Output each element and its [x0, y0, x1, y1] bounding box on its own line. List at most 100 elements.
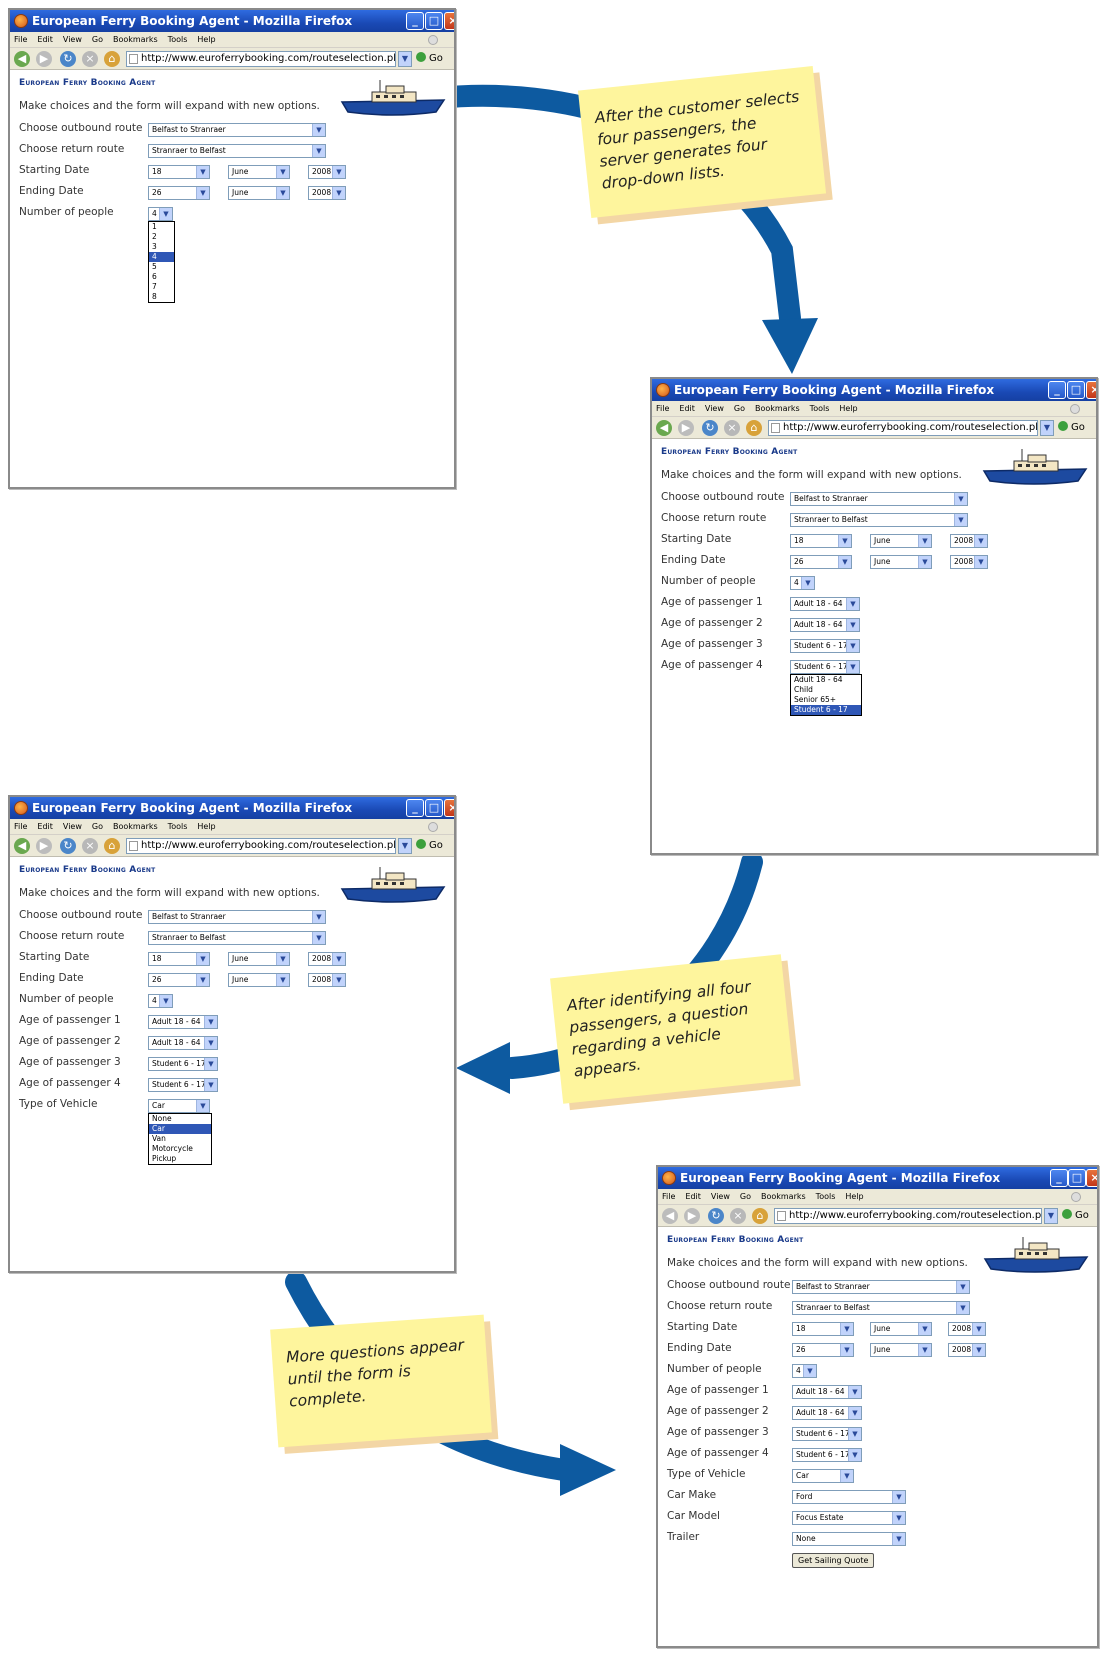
menu-tools[interactable]: Tools — [168, 35, 188, 44]
vehicle-option[interactable]: Van — [149, 1134, 211, 1144]
end-day-select[interactable]: 26 ▼ — [790, 555, 852, 569]
end-month-select[interactable]: June ▼ — [228, 973, 290, 987]
forward-icon[interactable]: ▶ — [36, 51, 52, 67]
menu-view[interactable]: View — [63, 35, 82, 44]
people-option[interactable]: 6 — [149, 272, 174, 282]
minimize-button[interactable]: _ — [406, 799, 424, 817]
menu-view[interactable]: View — [63, 822, 82, 831]
passenger-3-age-select[interactable]: Student 6 - 17 ▼ — [148, 1057, 218, 1071]
home-icon[interactable]: ⌂ — [752, 1208, 768, 1224]
menu-go[interactable]: Go — [740, 1192, 751, 1201]
people-select[interactable]: 4 ▼ — [148, 207, 173, 221]
home-icon[interactable]: ⌂ — [104, 51, 120, 67]
maximize-button[interactable]: □ — [1068, 1169, 1086, 1187]
menu-file[interactable]: File — [14, 822, 27, 831]
people-option[interactable]: 8 — [149, 292, 174, 302]
forward-icon[interactable]: ▶ — [684, 1208, 700, 1224]
go-button[interactable]: Go — [416, 838, 443, 854]
go-button[interactable]: Go — [1058, 420, 1085, 436]
end-month-select[interactable]: June ▼ — [870, 555, 932, 569]
start-month-select[interactable]: June ▼ — [228, 165, 290, 179]
age-option[interactable]: Senior 65+ — [791, 695, 861, 705]
passenger-1-age-select[interactable]: Adult 18 - 64 ▼ — [148, 1015, 218, 1029]
address-bar[interactable]: http://www.euroferrybooking.com/routesel… — [774, 1208, 1042, 1224]
menu-tools[interactable]: Tools — [816, 1192, 836, 1201]
close-button[interactable]: × — [1086, 381, 1096, 399]
reload-icon[interactable]: ↻ — [60, 838, 76, 854]
forward-icon[interactable]: ▶ — [678, 420, 694, 436]
outbound-route-select[interactable]: Belfast to Stranraer ▼ — [148, 123, 326, 137]
menu-help[interactable]: Help — [197, 822, 215, 831]
address-bar[interactable]: http://www.euroferrybooking.com/routesel… — [768, 420, 1038, 436]
close-button[interactable]: × — [444, 12, 454, 30]
address-bar[interactable]: http://www.euroferrybooking.com/routesel… — [126, 838, 396, 854]
home-icon[interactable]: ⌂ — [104, 838, 120, 854]
address-dropdown-icon[interactable]: ▼ — [1040, 420, 1054, 436]
stop-icon[interactable]: × — [82, 838, 98, 854]
close-button[interactable]: × — [444, 799, 454, 817]
outbound-route-select[interactable]: Belfast to Stranraer ▼ — [790, 492, 968, 506]
start-day-select[interactable]: 18 ▼ — [792, 1322, 854, 1336]
people-dropdown-list[interactable]: 1 2 3 4 5 6 7 8 — [148, 221, 175, 303]
back-icon[interactable]: ◀ — [14, 51, 30, 67]
stop-icon[interactable]: × — [724, 420, 740, 436]
age-option[interactable]: Adult 18 - 64 — [791, 675, 861, 685]
menu-help[interactable]: Help — [197, 35, 215, 44]
end-month-select[interactable]: June ▼ — [870, 1343, 932, 1357]
start-month-select[interactable]: June ▼ — [870, 1322, 932, 1336]
menu-go[interactable]: Go — [734, 404, 745, 413]
passenger-1-age-select[interactable]: Adult 18 - 64 ▼ — [792, 1385, 862, 1399]
people-option[interactable]: 1 — [149, 222, 174, 232]
start-day-select[interactable]: 18 ▼ — [790, 534, 852, 548]
people-option[interactable]: 2 — [149, 232, 174, 242]
menu-bookmarks[interactable]: Bookmarks — [113, 35, 158, 44]
back-icon[interactable]: ◀ — [662, 1208, 678, 1224]
car-make-select[interactable]: Ford ▼ — [792, 1490, 906, 1504]
start-year-select[interactable]: 2008 ▼ — [308, 165, 346, 179]
address-dropdown-icon[interactable]: ▼ — [1044, 1208, 1058, 1224]
age-option[interactable]: Child — [791, 685, 861, 695]
maximize-button[interactable]: □ — [1067, 381, 1085, 399]
return-route-select[interactable]: Stranraer to Belfast ▼ — [790, 513, 968, 527]
passenger-2-age-select[interactable]: Adult 18 - 64 ▼ — [148, 1036, 218, 1050]
end-year-select[interactable]: 2008 ▼ — [948, 1343, 986, 1357]
return-route-select[interactable]: Stranraer to Belfast ▼ — [792, 1301, 970, 1315]
car-model-select[interactable]: Focus Estate ▼ — [792, 1511, 906, 1525]
passenger-2-age-select[interactable]: Adult 18 - 64 ▼ — [792, 1406, 862, 1420]
menu-go[interactable]: Go — [92, 35, 103, 44]
return-route-select[interactable]: Stranraer to Belfast ▼ — [148, 931, 326, 945]
minimize-button[interactable]: _ — [406, 12, 424, 30]
people-select[interactable]: 4 ▼ — [792, 1364, 817, 1378]
reload-icon[interactable]: ↻ — [60, 51, 76, 67]
close-button[interactable]: × — [1086, 1169, 1097, 1187]
vehicle-type-select[interactable]: Car ▼ — [792, 1469, 854, 1483]
outbound-route-select[interactable]: Belfast to Stranraer ▼ — [148, 910, 326, 924]
start-month-select[interactable]: June ▼ — [228, 952, 290, 966]
menu-help[interactable]: Help — [839, 404, 857, 413]
address-dropdown-icon[interactable]: ▼ — [398, 838, 412, 854]
menu-help[interactable]: Help — [845, 1192, 863, 1201]
menu-view[interactable]: View — [711, 1192, 730, 1201]
menu-bookmarks[interactable]: Bookmarks — [113, 822, 158, 831]
minimize-button[interactable]: _ — [1050, 1169, 1068, 1187]
maximize-button[interactable]: □ — [425, 12, 443, 30]
get-sailing-quote-button[interactable]: Get Sailing Quote — [792, 1553, 875, 1568]
menu-bookmarks[interactable]: Bookmarks — [755, 404, 800, 413]
people-option-selected[interactable]: 4 — [149, 252, 174, 262]
menu-file[interactable]: File — [14, 35, 27, 44]
minimize-button[interactable]: _ — [1048, 381, 1066, 399]
menu-edit[interactable]: Edit — [37, 35, 53, 44]
menu-edit[interactable]: Edit — [679, 404, 695, 413]
reload-icon[interactable]: ↻ — [708, 1208, 724, 1224]
trailer-select[interactable]: None ▼ — [792, 1532, 906, 1546]
end-day-select[interactable]: 26 ▼ — [792, 1343, 854, 1357]
reload-icon[interactable]: ↻ — [702, 420, 718, 436]
age-option-selected[interactable]: Student 6 - 17 — [791, 705, 861, 715]
vehicle-option[interactable]: None — [149, 1114, 211, 1124]
menu-go[interactable]: Go — [92, 822, 103, 831]
passenger-4-age-select[interactable]: Student 6 - 17 ▼ — [790, 660, 860, 674]
vehicle-option-selected[interactable]: Car — [149, 1124, 211, 1134]
menu-file[interactable]: File — [662, 1192, 675, 1201]
passenger-1-age-select[interactable]: Adult 18 - 64 ▼ — [790, 597, 860, 611]
forward-icon[interactable]: ▶ — [36, 838, 52, 854]
